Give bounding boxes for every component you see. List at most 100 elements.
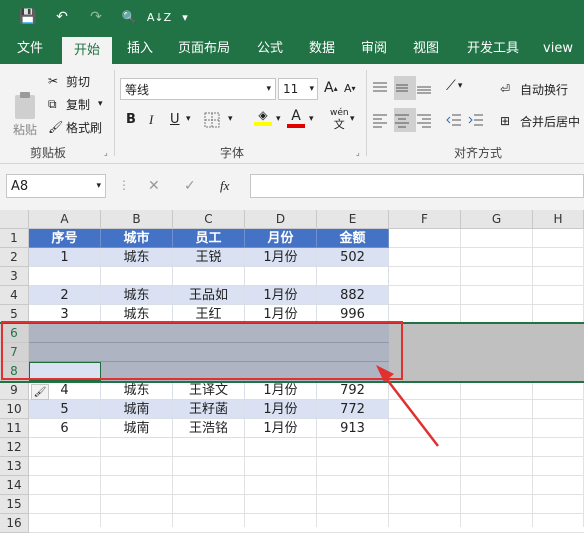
align-top-icon	[373, 82, 387, 92]
align-bottom-icon	[417, 86, 431, 94]
copy-icon: ⧉	[48, 96, 57, 111]
format-painter-label: 格式刷	[66, 120, 103, 135]
align-left-icon	[373, 114, 387, 128]
align-center-button[interactable]	[394, 108, 416, 132]
chevron-down-icon: ▾	[96, 181, 101, 191]
chevron-down-icon[interactable]: ▾	[350, 114, 355, 124]
chevron-down-icon[interactable]: ▾	[276, 114, 281, 124]
tab-developer[interactable]: 开发工具	[460, 34, 526, 64]
align-center-icon	[395, 114, 409, 128]
decrease-indent-button[interactable]	[446, 108, 466, 132]
more-icon: ⋮	[118, 178, 130, 192]
insert-function-icon[interactable]: fx	[220, 178, 229, 194]
align-right-button[interactable]	[416, 108, 438, 132]
fill-color-swatch	[254, 122, 272, 126]
tab-view[interactable]: 视图	[404, 34, 448, 64]
tab-review[interactable]: 审阅	[352, 34, 396, 64]
wrap-text-label: 自动换行	[520, 82, 569, 97]
paste-label: 粘贴	[12, 123, 37, 137]
copy-button[interactable]: ⧉ 复制 ▾	[48, 95, 103, 113]
chevron-down-icon[interactable]: ▾	[309, 114, 314, 124]
paste-icon	[15, 92, 35, 119]
cancel-icon[interactable]: ✕	[148, 178, 160, 194]
font-color-letter: A	[291, 108, 301, 124]
worksheet-grid: ABCDEFGH 1 2 3 4 5 6 7 8 9 10 11 12 13 14 15 16 序号 城市 员工月…	[0, 210, 584, 533]
wrap-text-icon: ⏎	[500, 82, 511, 96]
bold-button[interactable]: B	[126, 112, 136, 127]
phonetic-guide-button[interactable]: wén 文	[330, 108, 349, 130]
formula-bar: A8 ▾ ⋮ ✕ ✓ fx	[0, 164, 584, 210]
dialog-launcher-icon[interactable]: ⌟	[104, 148, 108, 157]
print-preview-icon[interactable]: 🔍	[118, 6, 140, 28]
borders-icon	[204, 112, 220, 128]
format-painter-button[interactable]: 🖌 格式刷	[48, 118, 102, 136]
merge-center-button[interactable]: ⊞ 合并后居中	[500, 110, 580, 132]
font-name-value: 等线	[125, 82, 150, 97]
fill-color-button[interactable]: ◈	[252, 108, 274, 132]
tab-file[interactable]: 文件	[8, 34, 52, 64]
undo-icon[interactable]: ↶	[50, 6, 74, 28]
borders-button[interactable]	[204, 110, 226, 130]
grow-font-button[interactable]: A ▴	[324, 80, 338, 96]
chevron-down-icon: ▾	[457, 81, 463, 91]
customize-qat-icon[interactable]: ▾	[178, 6, 192, 28]
font-size-value: 11	[283, 82, 299, 96]
font-size-select[interactable]: 11 ▾	[278, 78, 318, 100]
ribbon-home: 粘贴 ✂ 剪切 ⧉ 复制 ▾ 🖌 格式刷 剪贴板 ⌟ 等线 ▾ 11 ▾ A ▴ A ▾ B…	[0, 64, 584, 164]
wrap-text-button[interactable]: ⏎ 自动换行	[500, 78, 568, 100]
align-bottom-button[interactable]	[416, 76, 438, 100]
tab-formulas[interactable]: 公式	[248, 34, 292, 64]
font-color-button[interactable]: A	[286, 108, 306, 132]
orientation-icon: ⟋	[446, 78, 456, 94]
merge-icon: ⊞	[500, 114, 511, 128]
align-middle-icon	[396, 84, 408, 92]
align-top-button[interactable]	[372, 76, 394, 100]
shrink-font-button[interactable]: A ▾	[344, 82, 356, 95]
tab-insert[interactable]: 插入	[118, 34, 162, 64]
increase-indent-button[interactable]	[468, 108, 488, 132]
chevron-down-icon[interactable]: ▾	[186, 114, 191, 124]
paste-button[interactable]: 粘贴	[8, 72, 42, 138]
copy-label: 复制	[66, 97, 91, 112]
decrease-indent-icon	[446, 114, 461, 126]
italic-button[interactable]: I	[149, 112, 153, 128]
font-group-label: 字体	[220, 146, 245, 160]
shrink-font-label: A	[344, 82, 352, 95]
paint-bucket-icon: ◈	[258, 108, 268, 122]
clipboard-group-label: 剪贴板	[30, 146, 67, 160]
save-icon[interactable]: 💾	[16, 6, 40, 28]
name-box-value: A8	[11, 178, 29, 194]
font-name-select[interactable]: 等线 ▾	[120, 78, 276, 100]
align-middle-button[interactable]	[394, 76, 416, 100]
cut-label: 剪切	[66, 74, 91, 89]
merge-center-label: 合并后居中	[520, 114, 581, 129]
annotation-arrow	[376, 365, 439, 447]
redo-icon[interactable]: ↷	[86, 6, 106, 28]
enter-icon[interactable]: ✓	[184, 178, 196, 194]
sort-icon[interactable]: A↓Z	[146, 6, 172, 28]
quick-access-toolbar: 💾 ↶ ↷ 🔍 A↓Z ▾	[0, 0, 584, 34]
align-right-icon	[417, 114, 431, 128]
phonetic-bottom: 文	[333, 118, 345, 131]
brush-icon: 🖌	[48, 120, 64, 134]
font-color-swatch	[287, 124, 305, 128]
underline-button[interactable]: U	[170, 112, 180, 127]
dialog-launcher-icon[interactable]: ⌟	[356, 148, 360, 157]
cut-button[interactable]: ✂ 剪切	[48, 72, 90, 90]
tab-page-layout[interactable]: 页面布局	[172, 34, 236, 64]
align-left-button[interactable]	[372, 108, 394, 132]
orientation-button[interactable]: ⟋ ▾	[446, 78, 462, 94]
chevron-down-icon: ▾	[266, 84, 271, 94]
tab-view-en[interactable]: view	[536, 34, 580, 64]
tab-data[interactable]: 数据	[300, 34, 344, 64]
tab-home[interactable]: 开始	[62, 37, 112, 64]
name-box[interactable]: A8 ▾	[6, 174, 106, 198]
chevron-down-icon[interactable]: ▾	[228, 114, 233, 124]
increase-indent-icon	[468, 114, 483, 126]
divider	[366, 70, 367, 156]
chevron-down-icon: ▾	[98, 99, 103, 109]
alignment-group-label: 对齐方式	[454, 146, 503, 160]
scissors-icon: ✂	[48, 74, 59, 88]
formula-input[interactable]	[250, 174, 584, 198]
ribbon-tabs: 文件 开始 插入 页面布局 公式 数据 审阅 视图 开发工具 view	[0, 34, 584, 64]
